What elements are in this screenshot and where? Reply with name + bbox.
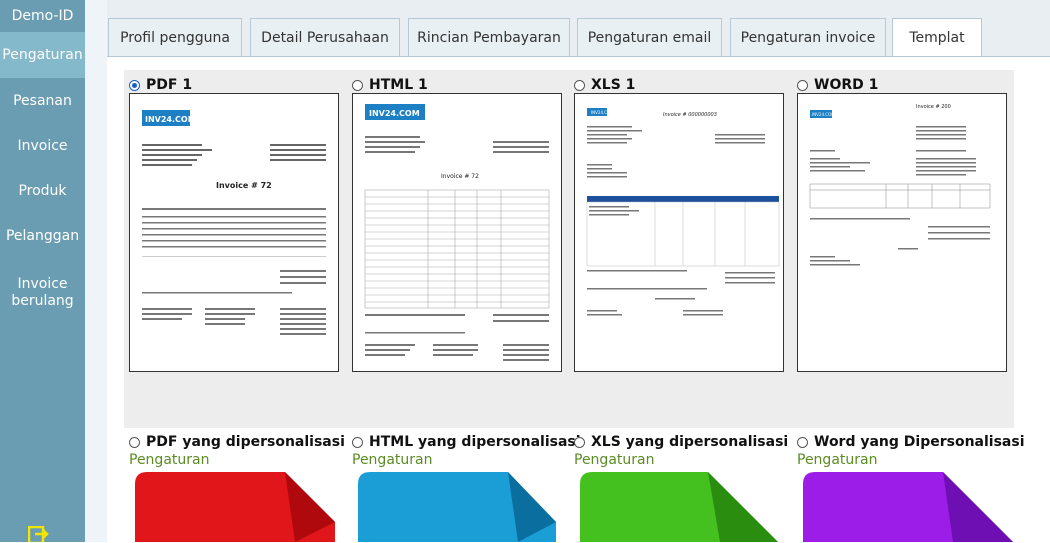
radio-custom-word[interactable] [797,436,808,448]
custom-pdf-document-icon[interactable] [135,472,335,542]
preview-invoice-title: Invoice # 000000003 [663,112,717,118]
radio-word1[interactable] [797,79,808,91]
invoice-preview-image: INV24.COM Invoice # 200 [809,104,991,266]
radio-custom-html[interactable] [352,436,363,448]
template-preview-pdf1[interactable]: INV24.COM Invoice # 72 [129,93,339,372]
preview-invoice-title: Invoice # 200 [916,104,951,110]
preview-invoice-title: Invoice # 72 [216,181,272,190]
template-preview-html1[interactable]: INV24.COM Invoice # 72 [352,93,562,372]
tab-pengaturan-invoice[interactable]: Pengaturan invoice [730,18,886,56]
tab-rincian-pembayaran[interactable]: Rincian Pembayaran [408,18,570,56]
invoice-preview-image: INV24.COM Invoice # 72 [364,104,550,361]
sidebar-item-pelanggan[interactable]: Pelanggan [0,213,85,258]
custom-html-document-icon[interactable] [358,472,556,542]
template-option-pdf1[interactable]: PDF 1 [129,77,192,93]
radio-custom-xls[interactable] [574,436,585,448]
sidebar-item-invoice-berulang[interactable]: Invoice berulang [8,258,78,324]
preview-logo: INV24.COM [369,109,420,118]
template-option-custom-pdf[interactable]: PDF yang dipersonalisasi [129,434,345,450]
sidebar-item-pengaturan[interactable]: Pengaturan [0,32,85,78]
template-option-xls1[interactable]: XLS 1 [574,77,635,93]
template-preview-word1[interactable]: INV24.COM Invoice # 200 [797,93,1007,372]
tab-bar: Profil pengguna Detail Perusahaan Rincia… [107,0,1050,60]
brand-label[interactable]: Demo-ID [0,0,85,32]
template-option-html1[interactable]: HTML 1 [352,77,428,93]
invoice-preview-image: INV24.COM Invoice # 000000003 [586,108,780,316]
preview-logo: INV24.COM [591,110,614,115]
tab-detail-perusahaan[interactable]: Detail Perusahaan [250,18,400,56]
template-preview-xls1[interactable]: INV24.COM Invoice # 000000003 [574,93,784,372]
settings-link-xls[interactable]: Pengaturan [574,452,654,468]
template-label: PDF 1 [146,77,193,93]
tab-profil-pengguna[interactable]: Profil pengguna [108,18,242,56]
template-label: HTML yang dipersonalisasi [369,434,581,450]
settings-link-pdf[interactable]: Pengaturan [129,452,209,468]
custom-word-document-icon[interactable] [803,472,1013,542]
sidebar-item-pesanan[interactable]: Pesanan [0,78,85,123]
radio-pdf1[interactable] [129,79,140,91]
sidebar: Demo-ID Pengaturan Pesanan Invoice Produ… [0,0,85,542]
radio-html1[interactable] [352,79,363,91]
template-label: PDF yang dipersonalisasi [146,434,345,450]
custom-xls-document-icon[interactable] [580,472,778,542]
radio-custom-pdf[interactable] [129,436,140,448]
template-label: XLS 1 [591,77,636,93]
template-label: HTML 1 [369,77,428,93]
template-option-custom-word[interactable]: Word yang Dipersonalisasi [797,434,1025,450]
preview-invoice-title: Invoice # 72 [441,173,479,180]
settings-link-word[interactable]: Pengaturan [797,452,877,468]
sidebar-item-produk[interactable]: Produk [0,168,85,213]
sidebar-gutter [85,0,107,542]
tab-pengaturan-email[interactable]: Pengaturan email [577,18,722,56]
template-label: Word yang Dipersonalisasi [814,434,1025,450]
settings-link-html[interactable]: Pengaturan [352,452,432,468]
template-option-word1[interactable]: WORD 1 [797,77,878,93]
logout-icon[interactable] [28,526,50,542]
radio-xls1[interactable] [574,79,585,91]
template-option-custom-html[interactable]: HTML yang dipersonalisasi [352,434,581,450]
tab-templat[interactable]: Templat [892,18,982,57]
sidebar-item-invoice[interactable]: Invoice [0,123,85,168]
invoice-preview-image: INV24.COM Invoice # 72 [142,110,326,335]
preview-logo: INV24.COM [145,115,196,124]
preview-logo: INV24.COM [812,112,835,117]
template-option-custom-xls[interactable]: XLS yang dipersonalisasi [574,434,788,450]
template-label: WORD 1 [814,77,879,93]
template-label: XLS yang dipersonalisasi [591,434,789,450]
